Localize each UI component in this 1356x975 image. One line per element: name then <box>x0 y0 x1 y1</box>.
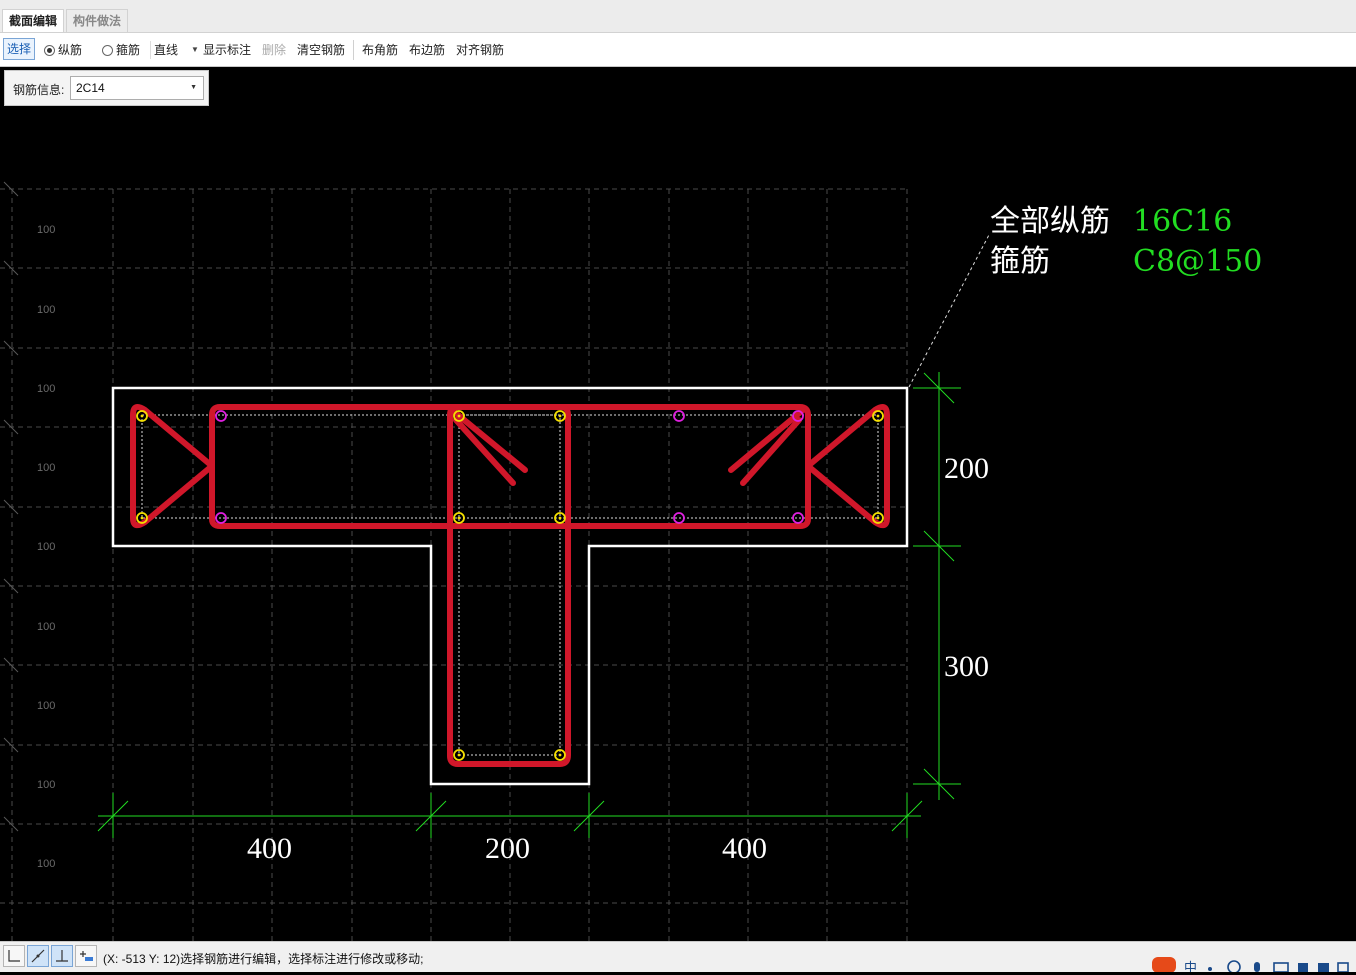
rebar-info-label: 钢筋信息: <box>13 83 65 97</box>
status-bar: (X: -513 Y: 12)选择钢筋进行编辑，选择标注进行修改或移动; 中 <box>0 941 1356 975</box>
svg-text:中: 中 <box>1184 961 1197 972</box>
perpendicular-snap-icon[interactable] <box>51 945 73 967</box>
radio-unchecked-icon <box>102 45 113 56</box>
toolbar: 选择 纵筋 箍筋 直线 ▼ 显示标注 删除 清空钢筋 布角筋 布边筋 对齐钢筋 <box>0 33 1356 67</box>
tab-component-method[interactable]: 构件做法 <box>66 9 129 32</box>
stirrup-radio[interactable]: 箍筋 <box>102 41 140 59</box>
ime-logo-icon <box>1152 957 1176 973</box>
grid-label: 100 <box>37 304 55 316</box>
system-tray: 中 <box>1150 955 1356 975</box>
section-note[interactable]: 全部纵筋 16C16 箍筋 C8@150 <box>990 204 1262 279</box>
note-stirrup-label: 箍筋 <box>990 244 1050 279</box>
right-hook <box>728 407 806 486</box>
chevron-down-icon: ▼ <box>191 45 199 54</box>
line-type-dropdown[interactable]: 直线 ▼ <box>150 41 200 59</box>
line-type-value: 直线 <box>154 43 179 57</box>
tab-section-edit[interactable]: 截面编辑 <box>2 9 65 32</box>
select-button[interactable]: 选择 <box>3 38 36 60</box>
dim-flange-left[interactable]: 400 <box>247 832 292 865</box>
grid-label: 100 <box>37 779 55 791</box>
align-rebar-button[interactable]: 对齐钢筋 <box>456 41 504 59</box>
dim-flange-height[interactable]: 200 <box>944 452 989 485</box>
grid-label: 100 <box>37 383 55 395</box>
rebar-info-value: 2C14 <box>76 81 105 95</box>
tab-bar: 截面编辑 构件做法 <box>0 0 1356 33</box>
dim-web-width[interactable]: 200 <box>485 832 530 865</box>
clear-rebar-button[interactable]: 清空钢筋 <box>297 41 345 59</box>
grid-label: 100 <box>37 224 55 236</box>
toolbar-divider <box>353 40 354 60</box>
note-all-long-label: 全部纵筋 <box>990 204 1110 239</box>
rebar-point <box>792 512 804 524</box>
ime-dot-icon <box>1208 967 1212 971</box>
note-leader-line <box>908 232 991 388</box>
emoji-icon <box>1227 960 1241 974</box>
grid-label: 100 <box>37 700 55 712</box>
rebar-point <box>673 410 685 422</box>
longitudinal-radio[interactable]: 纵筋 <box>44 41 82 59</box>
delete-button[interactable]: 删除 <box>262 41 286 59</box>
diagonal-snap-icon[interactable] <box>27 945 49 967</box>
chevron-down-icon: ▼ <box>190 84 197 91</box>
corner-rebar-button[interactable]: 布角筋 <box>362 41 398 59</box>
show-dims-button[interactable]: 显示标注 <box>203 41 251 59</box>
stirrup-radio-label: 箍筋 <box>116 43 141 57</box>
grid-label: 100 <box>37 541 55 553</box>
grid-label: 100 <box>37 621 55 633</box>
status-text: (X: -513 Y: 12)选择钢筋进行编辑，选择标注进行修改或移动; <box>103 952 424 966</box>
ortho-axis-icon[interactable] <box>3 945 25 967</box>
grid-label: 100 <box>37 462 55 474</box>
grid-labels: 100 100 100 100 100 100 100 100 100 <box>37 224 55 870</box>
rebar-info-select[interactable]: 2C14 ▼ <box>70 76 204 100</box>
dimension-toggle-icon[interactable] <box>75 945 97 967</box>
rebar-point <box>215 410 227 422</box>
vertical-dimension[interactable] <box>913 372 961 800</box>
dim-web-height[interactable]: 300 <box>944 650 989 683</box>
dimension-texts: 400 200 400 200 300 <box>247 452 989 865</box>
note-stirrup-value: C8@150 <box>1133 244 1262 279</box>
web-hook <box>449 407 528 486</box>
grid-ticks <box>3 181 19 832</box>
rebar-info-panel: 钢筋信息: 2C14 ▼ <box>4 70 209 106</box>
radio-checked-icon <box>44 45 55 56</box>
longitudinal-radio-label: 纵筋 <box>58 43 83 57</box>
dim-flange-right[interactable]: 400 <box>722 832 767 865</box>
grid <box>0 188 908 941</box>
side-rebar-button[interactable]: 布边筋 <box>409 41 445 59</box>
note-all-long-value: 16C16 <box>1133 204 1232 239</box>
section-canvas[interactable]: 100 100 100 100 100 100 100 100 100 400 … <box>0 67 1356 941</box>
grid-label: 100 <box>37 858 55 870</box>
